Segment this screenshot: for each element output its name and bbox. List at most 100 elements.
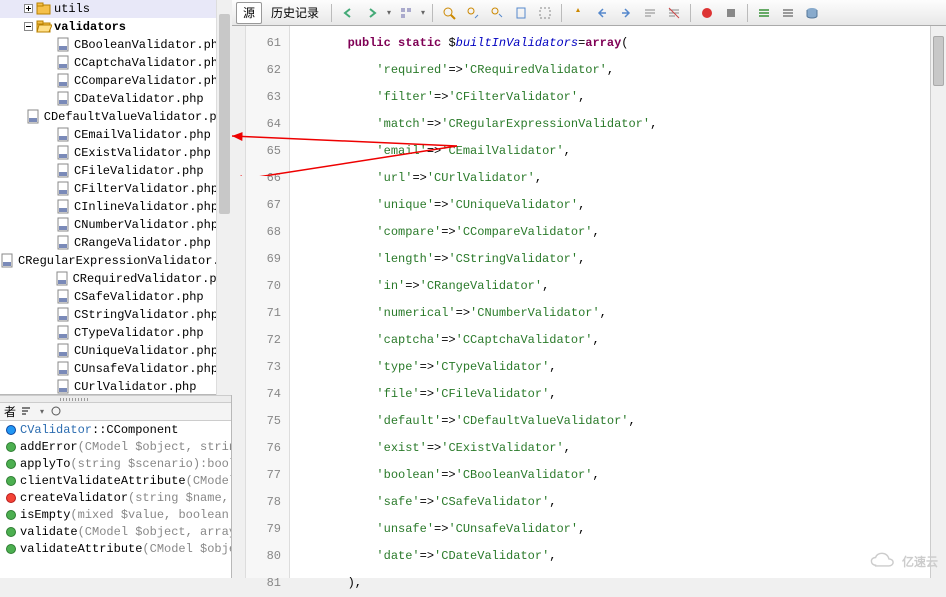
file-label: CExistValidator.php bbox=[74, 146, 211, 160]
visibility-icon bbox=[6, 493, 16, 503]
outline-class[interactable]: CValidator::CComponent bbox=[0, 421, 231, 438]
comment-button[interactable] bbox=[639, 2, 661, 24]
tree-file[interactable]: CRangeValidator.php bbox=[0, 234, 231, 252]
php-file-icon bbox=[56, 145, 72, 161]
php-file-icon bbox=[26, 109, 42, 125]
outline-method[interactable]: validate(CModel $object, array … bbox=[0, 523, 231, 540]
file-label: CStringValidator.php bbox=[74, 308, 218, 322]
tree-file[interactable]: CRequiredValidator.php bbox=[0, 270, 231, 288]
nav-back-button[interactable] bbox=[337, 2, 359, 24]
tree-folder-validators[interactable]: validators bbox=[0, 18, 231, 36]
find-prev-button[interactable] bbox=[462, 2, 484, 24]
select-button[interactable] bbox=[534, 2, 556, 24]
outline-method[interactable]: validateAttribute(CModel $objec… bbox=[0, 540, 231, 557]
uncomment-button[interactable] bbox=[663, 2, 685, 24]
code-area[interactable]: 6162636465666768697071727374757677787980… bbox=[232, 26, 946, 578]
php-file-icon bbox=[56, 37, 72, 53]
tree-file[interactable]: CUnsafeValidator.php bbox=[0, 360, 231, 378]
tree-file[interactable]: CCaptchaValidator.php bbox=[0, 54, 231, 72]
outline-method[interactable]: clientValidateAttribute(CModel … bbox=[0, 472, 231, 489]
tree-file[interactable]: CExistValidator.php bbox=[0, 144, 231, 162]
tree-file[interactable]: CDateValidator.php bbox=[0, 90, 231, 108]
tree-file[interactable]: CSafeValidator.php bbox=[0, 288, 231, 306]
tree-file[interactable]: CDefaultValueValidator.php bbox=[0, 108, 231, 126]
file-label: CEmailValidator.php bbox=[74, 128, 211, 142]
history-tab[interactable]: 历史记录 bbox=[264, 2, 326, 24]
tree-file[interactable]: CFilterValidator.php bbox=[0, 180, 231, 198]
dropdown-icon[interactable]: ▾ bbox=[385, 8, 393, 18]
file-tree[interactable]: utils validators CBooleanValidator.php CC… bbox=[0, 0, 231, 395]
dropdown-icon[interactable]: ▾ bbox=[38, 407, 46, 417]
outline-toolbar: 者 ▾ bbox=[0, 403, 231, 421]
php-file-icon bbox=[56, 73, 72, 89]
breadcrumb-button[interactable] bbox=[395, 2, 417, 24]
tree-file[interactable]: CTypeValidator.php bbox=[0, 324, 231, 342]
folder-open-icon bbox=[36, 19, 52, 35]
visibility-icon bbox=[6, 544, 16, 554]
filter-icon[interactable] bbox=[50, 405, 64, 419]
macro-stop-button[interactable] bbox=[720, 2, 742, 24]
tree-file[interactable]: CRegularExpressionValidator.php bbox=[0, 252, 231, 270]
dropdown-icon[interactable]: ▾ bbox=[419, 8, 427, 18]
php-file-icon bbox=[56, 217, 72, 233]
code-text[interactable]: public static $builtInValidators=array( … bbox=[290, 26, 946, 578]
tree-file[interactable]: CFileValidator.php bbox=[0, 162, 231, 180]
php-file-icon bbox=[56, 181, 72, 197]
class-icon bbox=[6, 425, 16, 435]
method-label: validate(CModel $object, array … bbox=[20, 525, 231, 539]
tree-file[interactable]: CUrlValidator.php bbox=[0, 378, 231, 395]
collapse-icon[interactable] bbox=[20, 20, 36, 34]
tree-file[interactable]: CNumberValidator.php bbox=[0, 216, 231, 234]
tree-file[interactable]: CCompareValidator.php bbox=[0, 72, 231, 90]
db-button-3[interactable] bbox=[801, 2, 823, 24]
tree-file[interactable]: CUniqueValidator.php bbox=[0, 342, 231, 360]
editor-toolbar: 源 历史记录 ▾ ▾ bbox=[232, 0, 946, 26]
bookmark-button[interactable] bbox=[510, 2, 532, 24]
nav-fwd-button[interactable] bbox=[361, 2, 383, 24]
format-button[interactable] bbox=[567, 2, 589, 24]
outline-view[interactable]: CValidator::CComponent addError(CModel $… bbox=[0, 421, 231, 561]
php-file-icon bbox=[56, 307, 72, 323]
file-label: CUnsafeValidator.php bbox=[74, 362, 218, 376]
db-button-2[interactable] bbox=[777, 2, 799, 24]
db-button-1[interactable] bbox=[753, 2, 775, 24]
source-tab[interactable]: 源 bbox=[236, 2, 262, 24]
file-label: CDefaultValueValidator.php bbox=[44, 110, 231, 124]
find-button[interactable] bbox=[438, 2, 460, 24]
file-label: CNumberValidator.php bbox=[74, 218, 218, 232]
find-next-button[interactable] bbox=[486, 2, 508, 24]
method-label: applyTo(string $scenario):boole… bbox=[20, 457, 231, 471]
php-file-icon bbox=[56, 235, 72, 251]
tree-file[interactable]: CStringValidator.php bbox=[0, 306, 231, 324]
fold-bar[interactable] bbox=[232, 26, 246, 578]
outline-method[interactable]: applyTo(string $scenario):boole… bbox=[0, 455, 231, 472]
folder-icon bbox=[36, 1, 52, 17]
outline-method[interactable]: addError(CModel $object, string … bbox=[0, 438, 231, 455]
file-label: CFileValidator.php bbox=[74, 164, 204, 178]
outline-toolbar-label: 者 bbox=[4, 403, 16, 420]
split-handle[interactable] bbox=[0, 395, 231, 403]
tree-file[interactable]: CBooleanValidator.php bbox=[0, 36, 231, 54]
php-file-icon bbox=[56, 289, 72, 305]
method-label: createValidator(string $name, C… bbox=[20, 491, 231, 505]
macro-record-button[interactable] bbox=[696, 2, 718, 24]
tree-file[interactable]: CEmailValidator.php bbox=[0, 126, 231, 144]
shift-left-button[interactable] bbox=[591, 2, 613, 24]
visibility-icon bbox=[6, 476, 16, 486]
tree-file[interactable]: CInlineValidator.php bbox=[0, 198, 231, 216]
method-label: addError(CModel $object, string … bbox=[20, 440, 231, 454]
sort-icon[interactable] bbox=[20, 405, 34, 419]
tree-scrollbar[interactable] bbox=[216, 0, 232, 395]
method-label: clientValidateAttribute(CModel … bbox=[20, 474, 231, 488]
shift-right-button[interactable] bbox=[615, 2, 637, 24]
expand-icon[interactable] bbox=[20, 2, 36, 16]
visibility-icon bbox=[6, 442, 16, 452]
php-file-icon bbox=[56, 127, 72, 143]
outline-method[interactable]: isEmpty(mixed $value, boolean $… bbox=[0, 506, 231, 523]
visibility-icon bbox=[6, 459, 16, 469]
tree-folder-utils[interactable]: utils bbox=[0, 0, 231, 18]
file-label: CBooleanValidator.php bbox=[74, 38, 225, 52]
file-label: CFilterValidator.php bbox=[74, 182, 218, 196]
editor-scrollbar[interactable] bbox=[930, 26, 946, 578]
outline-method[interactable]: createValidator(string $name, C… bbox=[0, 489, 231, 506]
